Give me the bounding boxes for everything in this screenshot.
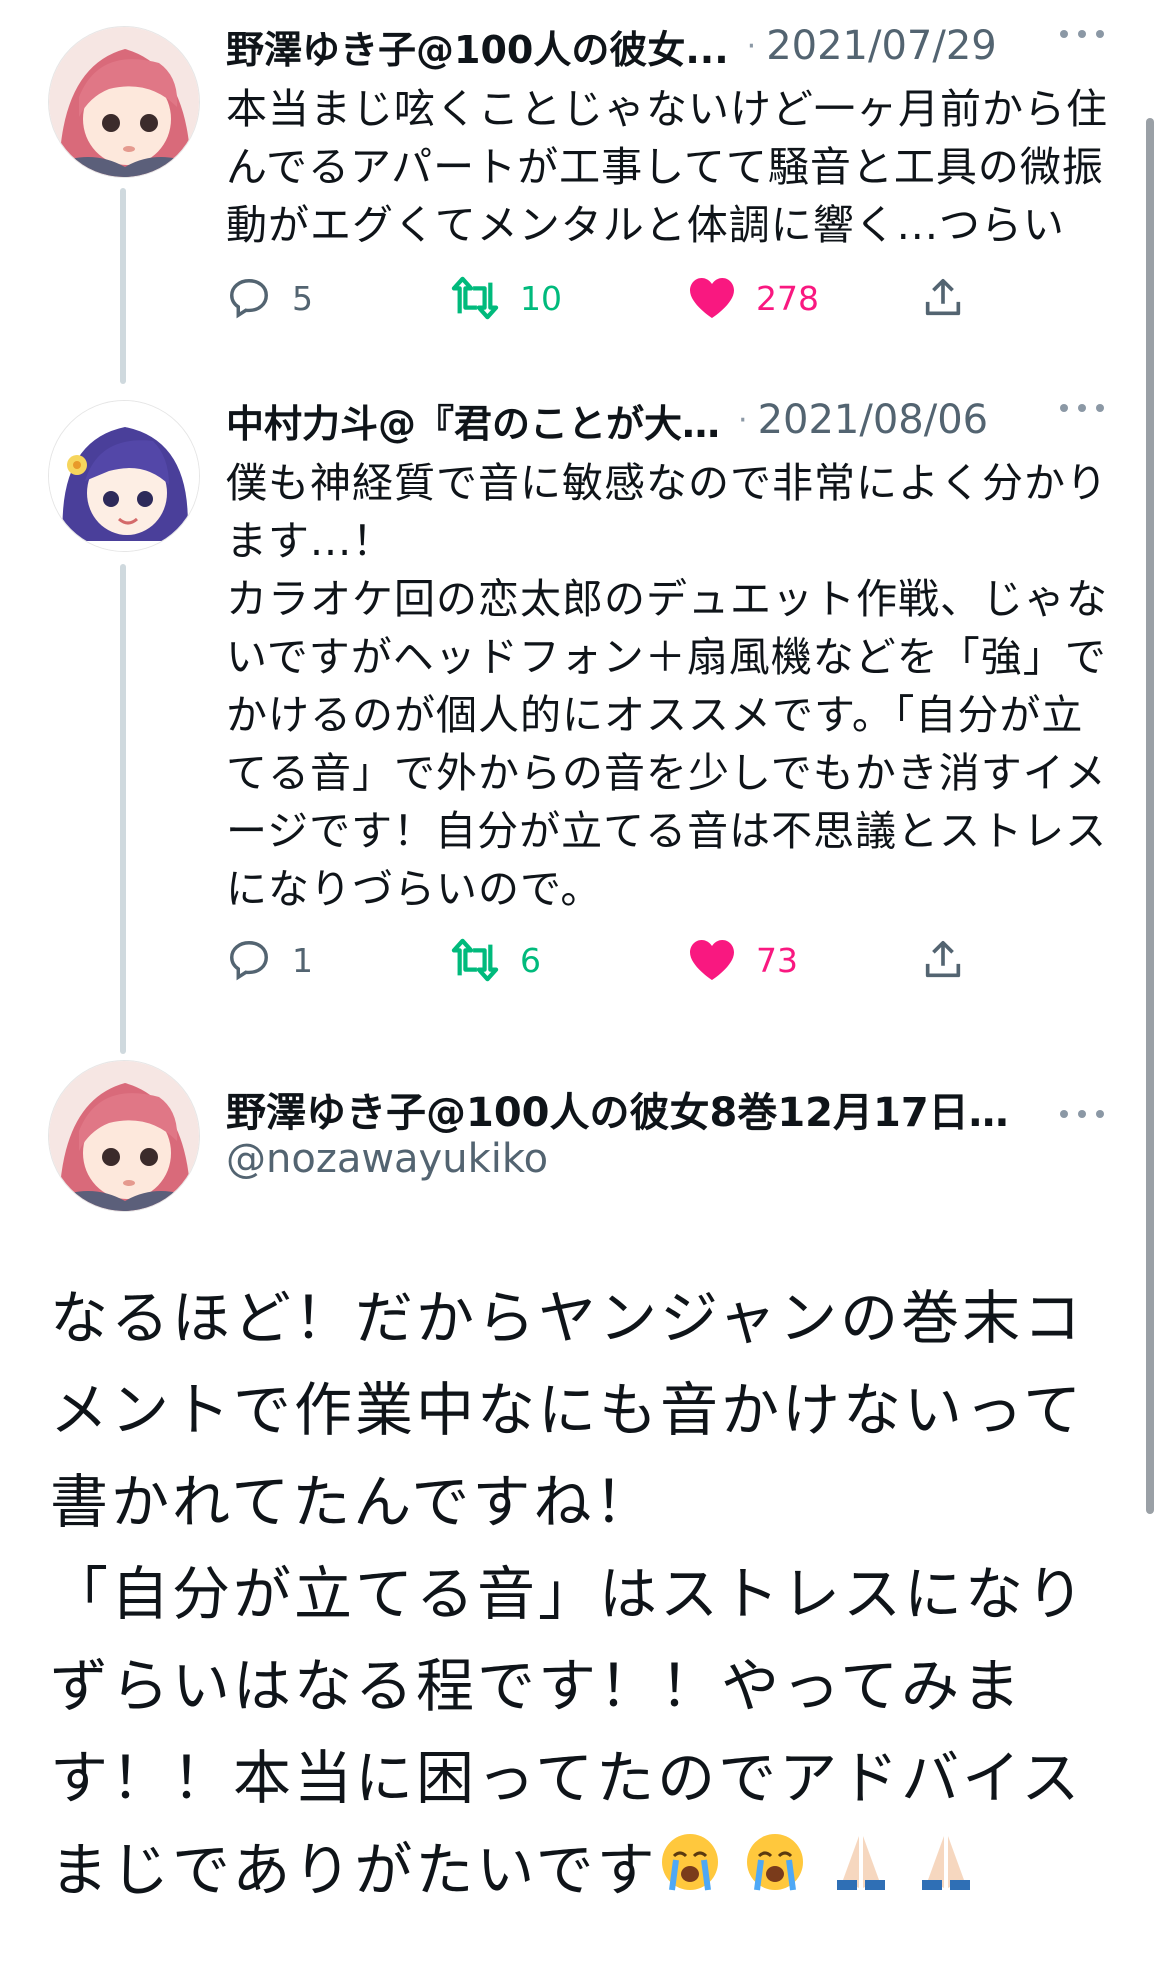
action-bar: 5 10 278 bbox=[226, 268, 1026, 328]
avatar[interactable] bbox=[48, 1060, 200, 1212]
reply-count: 1 bbox=[292, 940, 313, 980]
like-button[interactable]: 278 bbox=[688, 268, 819, 328]
reply-button[interactable]: 1 bbox=[226, 930, 313, 990]
main-tweet-body: なるほど！だからヤンジャンの巻末コ メントで作業中なにも音かけないって 書かれて… bbox=[50, 1284, 1088, 1904]
display-name[interactable]: 中村力斗@『君のことが大… bbox=[226, 393, 720, 448]
tweet-text: 本当まじ呟くことじゃないけど一ヶ月前から住 んでるアパートが工事してて騒音と工具… bbox=[226, 85, 1108, 249]
retweet-count: 6 bbox=[520, 940, 541, 980]
tweet-2[interactable]: 中村力斗@『君のことが大… · 2021/08/06 僕も神経質で音に敏感なので… bbox=[0, 380, 1170, 1054]
avatar[interactable] bbox=[48, 26, 200, 178]
scrollbar[interactable] bbox=[1146, 118, 1154, 1514]
tweet-date[interactable]: 2021/08/06 bbox=[758, 397, 989, 443]
reply-count: 5 bbox=[292, 278, 313, 318]
crying-face-emoji bbox=[658, 1828, 722, 1920]
share-button[interactable] bbox=[920, 268, 966, 328]
like-button[interactable]: 73 bbox=[688, 930, 798, 990]
thread-line bbox=[120, 564, 126, 1054]
tweet-text: 僕も神経質で音に敏感なので非常によく分かり ます...！ カラオケ回の恋太郎のデ… bbox=[226, 459, 1108, 913]
folded-hands-emoji bbox=[914, 1828, 978, 1920]
tweet-header: 中村力斗@『君のことが大… · 2021/08/06 bbox=[226, 390, 1110, 450]
heart-icon bbox=[688, 276, 736, 320]
reply-icon bbox=[226, 937, 272, 983]
more-icon[interactable] bbox=[1060, 398, 1110, 418]
heart-icon bbox=[688, 938, 736, 982]
crying-face-emoji bbox=[743, 1828, 807, 1920]
display-name[interactable]: 野澤ゆき子@100人の彼女8巻12月17日… bbox=[226, 1080, 1026, 1138]
like-count: 73 bbox=[756, 940, 798, 980]
retweet-button[interactable]: 6 bbox=[450, 930, 541, 990]
retweet-icon bbox=[450, 275, 500, 321]
separator-dot: · bbox=[738, 402, 748, 438]
action-bar: 1 6 73 bbox=[226, 930, 1026, 990]
share-icon bbox=[920, 937, 966, 983]
avatar[interactable] bbox=[48, 400, 200, 552]
more-icon[interactable] bbox=[1060, 1104, 1110, 1124]
thread-line bbox=[120, 188, 126, 384]
main-tweet-text: なるほど！だからヤンジャンの巻末コ メントで作業中なにも音かけないって 書かれて… bbox=[50, 1272, 1130, 1920]
reply-icon bbox=[226, 275, 272, 321]
share-button[interactable] bbox=[920, 930, 966, 990]
tweet-1[interactable]: 野澤ゆき子@100人の彼女... · 2021/07/29 本当まじ呟くことじゃ… bbox=[0, 0, 1170, 384]
folded-hands-emoji bbox=[829, 1828, 893, 1920]
user-handle[interactable]: @nozawayukiko bbox=[226, 1136, 548, 1182]
display-name[interactable]: 野澤ゆき子@100人の彼女... bbox=[226, 19, 729, 74]
tweet-date[interactable]: 2021/07/29 bbox=[766, 23, 997, 69]
retweet-icon bbox=[450, 937, 500, 983]
retweet-count: 10 bbox=[520, 278, 562, 318]
more-icon[interactable] bbox=[1060, 24, 1110, 44]
share-icon bbox=[920, 275, 966, 321]
retweet-button[interactable]: 10 bbox=[450, 268, 562, 328]
reply-button[interactable]: 5 bbox=[226, 268, 313, 328]
like-count: 278 bbox=[756, 278, 819, 318]
tweet-header: 野澤ゆき子@100人の彼女... · 2021/07/29 bbox=[226, 16, 1110, 76]
separator-dot: · bbox=[746, 28, 757, 64]
